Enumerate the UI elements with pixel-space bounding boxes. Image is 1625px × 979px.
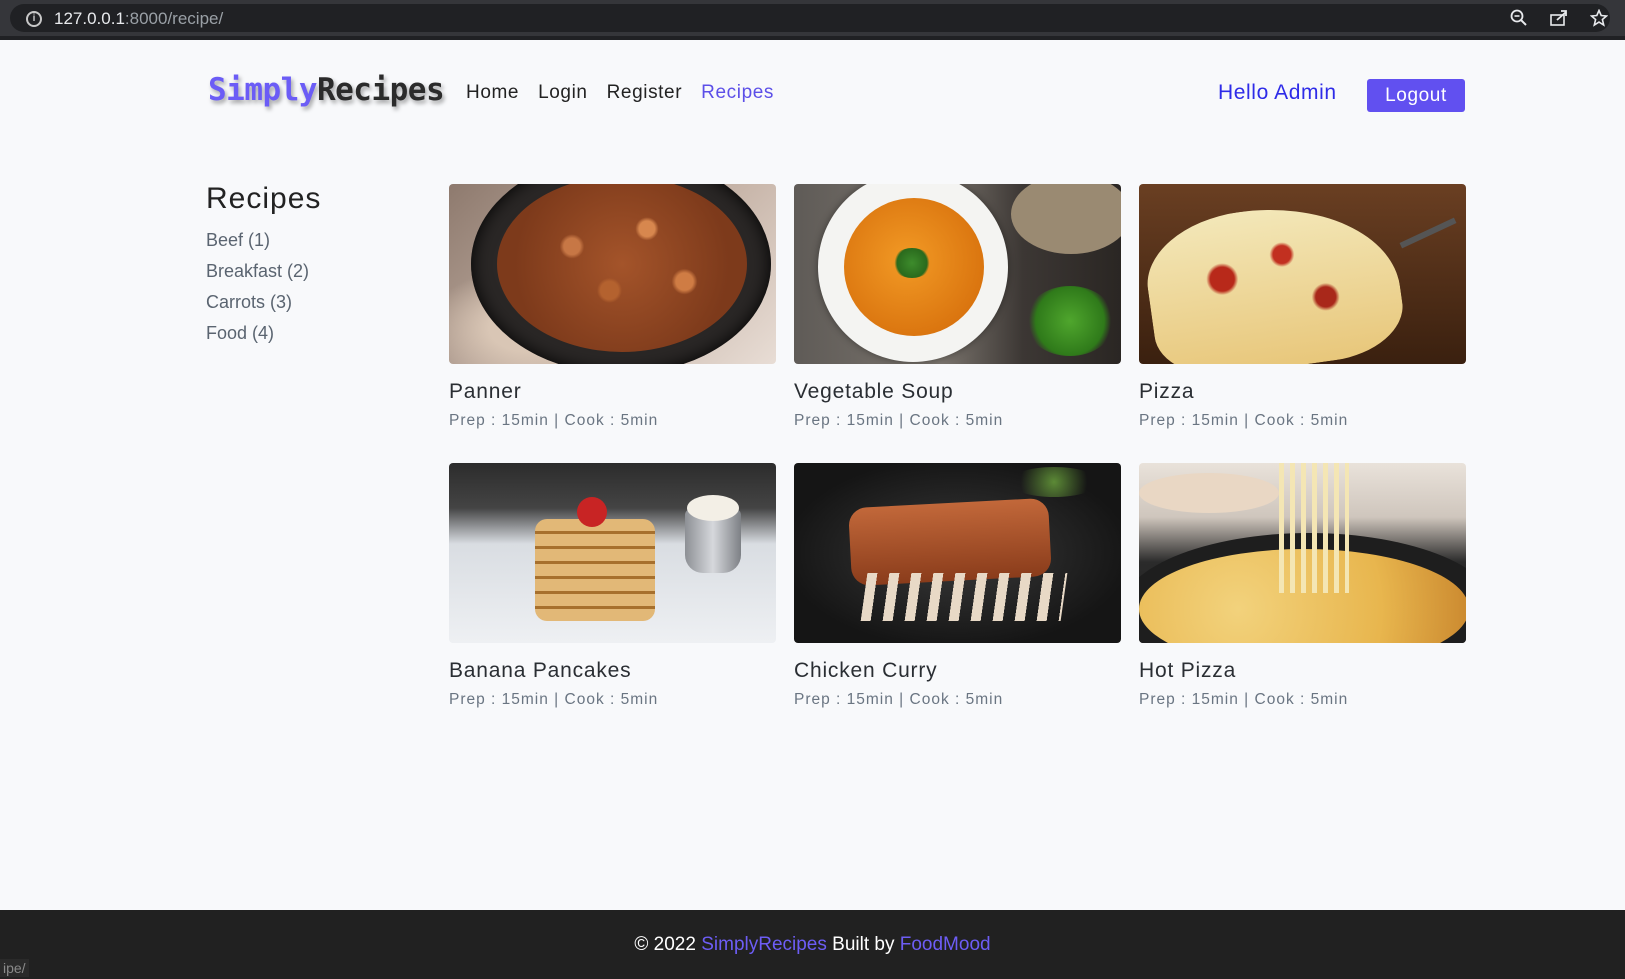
browser-toolbar: i 127.0.0.1:8000/recipe/ [0, 0, 1625, 40]
recipe-meta: Prep : 15min | Cook : 5min [449, 691, 659, 708]
nav-register[interactable]: Register [607, 82, 683, 104]
recipe-card[interactable]: Vegetable Soup Prep : 15min | Cook : 5mi… [794, 184, 1121, 429]
footer-copyright: © 2022 [634, 933, 702, 955]
footer-built-by: Built by [826, 933, 900, 955]
recipe-card[interactable]: Chicken Curry Prep : 15min | Cook : 5min [794, 463, 1121, 708]
recipe-card[interactable]: Hot Pizza Prep : 15min | Cook : 5min [1139, 463, 1466, 708]
brand-logo[interactable]: SimplyRecipes [208, 72, 445, 108]
site-navbar: SimplyRecipes Home Login Register Recipe… [0, 40, 1625, 150]
recipe-meta: Prep : 15min | Cook : 5min [1139, 412, 1349, 429]
bookmark-star-icon[interactable] [1587, 4, 1611, 32]
status-bar-url: ipe/ [0, 959, 29, 977]
category-sidebar: Recipes Beef (1) Breakfast (2) Carrots (… [206, 182, 321, 354]
footer-author-link[interactable]: FoodMood [900, 934, 991, 956]
zoom-icon[interactable] [1507, 4, 1531, 32]
url-path: :8000/recipe/ [124, 9, 224, 28]
share-icon[interactable] [1547, 4, 1571, 32]
nav-home[interactable]: Home [466, 82, 519, 104]
category-item-food[interactable]: Food (4) [206, 323, 321, 343]
ribs-photo[interactable] [794, 463, 1121, 643]
site-footer: © 2022 SimplyRecipes Built by FoodMood [0, 910, 1625, 979]
nav-links: Home Login Register Recipes [466, 82, 774, 104]
recipe-meta: Prep : 15min | Cook : 5min [1139, 691, 1349, 708]
category-item-beef[interactable]: Beef (1) [206, 230, 321, 250]
footer-brand-link[interactable]: SimplyRecipes [701, 934, 827, 956]
url-host: 127.0.0.1 [54, 9, 125, 28]
recipe-card[interactable]: Panner Prep : 15min | Cook : 5min [449, 184, 776, 429]
recipe-title[interactable]: Banana Pancakes [449, 659, 776, 683]
recipe-title[interactable]: Chicken Curry [794, 659, 1121, 683]
recipe-title[interactable]: Pizza [1139, 380, 1466, 404]
pizza-photo[interactable] [1139, 184, 1466, 364]
recipe-meta: Prep : 15min | Cook : 5min [794, 691, 1004, 708]
recipe-meta: Prep : 15min | Cook : 5min [449, 412, 659, 429]
brand-part1: Simply [208, 72, 317, 108]
recipe-title[interactable]: Panner [449, 380, 776, 404]
logout-button[interactable]: Logout [1367, 79, 1465, 112]
nav-recipes[interactable]: Recipes [701, 82, 774, 104]
address-bar[interactable]: i 127.0.0.1:8000/recipe/ [10, 4, 1610, 32]
recipe-grid: Panner Prep : 15min | Cook : 5min Vegeta… [449, 184, 1466, 708]
category-item-carrots[interactable]: Carrots (3) [206, 292, 321, 312]
panner-photo[interactable] [449, 184, 776, 364]
category-item-breakfast[interactable]: Breakfast (2) [206, 261, 321, 281]
pancakes-photo[interactable] [449, 463, 776, 643]
recipe-card[interactable]: Pizza Prep : 15min | Cook : 5min [1139, 184, 1466, 429]
recipe-card[interactable]: Banana Pancakes Prep : 15min | Cook : 5m… [449, 463, 776, 708]
url-text[interactable]: 127.0.0.1:8000/recipe/ [54, 9, 223, 29]
brand-part2: Recipes [316, 72, 445, 108]
info-icon[interactable]: i [26, 11, 42, 27]
cheese-pizza-photo[interactable] [1139, 463, 1466, 643]
sidebar-title: Recipes [206, 182, 322, 215]
user-greeting: Hello Admin [1218, 81, 1337, 104]
soup-photo[interactable] [794, 184, 1121, 364]
nav-login[interactable]: Login [538, 82, 588, 104]
recipe-title[interactable]: Hot Pizza [1139, 659, 1466, 683]
recipe-title[interactable]: Vegetable Soup [794, 380, 1121, 404]
recipe-meta: Prep : 15min | Cook : 5min [794, 412, 1004, 429]
